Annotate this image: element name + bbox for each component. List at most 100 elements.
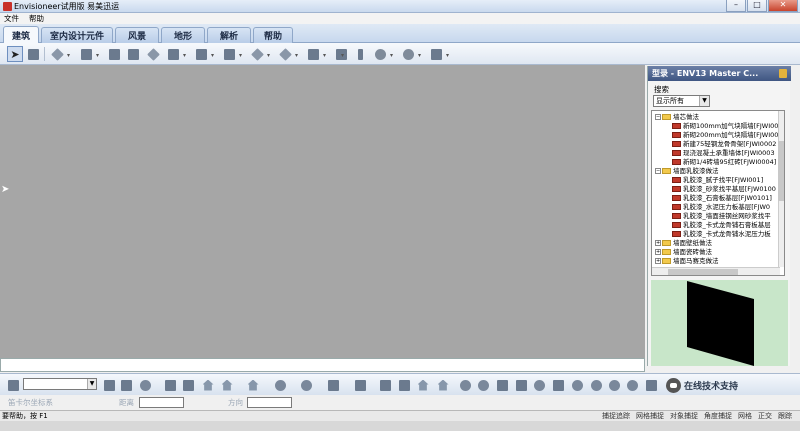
online-support-button[interactable]: 在线技术支持	[666, 377, 746, 393]
tree-folder[interactable]: + 墙面壁纸做法	[655, 239, 712, 248]
tree-folder[interactable]: − 墙芯做法	[655, 113, 699, 122]
zoom-extents-icon[interactable]	[495, 378, 509, 392]
toggle-angle-snap[interactable]: 角度捕捉	[704, 412, 732, 421]
fixture-icon[interactable]	[221, 46, 237, 62]
floor-plan-icon[interactable]	[102, 378, 116, 392]
expand-icon[interactable]: +	[655, 249, 661, 255]
tree-item[interactable]: 乳胶漆_卡式龙骨铺水泥压力板	[672, 230, 771, 239]
chevron-down-icon[interactable]: ▼	[699, 96, 709, 106]
window-grid-icon[interactable]	[125, 46, 141, 62]
toggle-grid[interactable]: 网格	[738, 412, 752, 421]
dimension-icon[interactable]	[163, 378, 177, 392]
roof-tool-icon[interactable]	[249, 46, 265, 62]
collapse-icon[interactable]: −	[655, 168, 661, 174]
wall-view-icon[interactable]	[326, 378, 340, 392]
tree-item[interactable]: 新建75轻钢龙骨骨架[FJWI0002	[672, 140, 776, 149]
room-icon[interactable]	[372, 46, 388, 62]
menu-file[interactable]: 文件	[4, 13, 19, 24]
brush-icon[interactable]	[25, 46, 41, 62]
camera-icon[interactable]	[138, 378, 152, 392]
tab-analysis[interactable]: 解析	[207, 27, 251, 43]
elevation-icon[interactable]	[400, 46, 416, 62]
zoom-in-icon[interactable]	[458, 378, 472, 392]
tab-terrain[interactable]: 地形	[161, 27, 205, 43]
footprints-icon[interactable]	[589, 378, 603, 392]
frame-icon[interactable]	[378, 378, 392, 392]
coordinate-system-label[interactable]: 笛卡尔坐标系	[8, 397, 53, 408]
house-icon[interactable]	[201, 378, 215, 392]
zoom-region-icon[interactable]	[551, 378, 565, 392]
zoom-window-icon[interactable]	[514, 378, 528, 392]
toggle-snap-track[interactable]: 捕捉追踪	[602, 412, 630, 421]
toggle-grid-snap[interactable]: 网格捕捉	[636, 412, 664, 421]
maximize-button[interactable]: □	[747, 0, 767, 12]
select-arrow-icon[interactable]: ➤	[7, 46, 23, 62]
walkthrough-icon[interactable]	[436, 378, 450, 392]
distance-label: 距离	[119, 398, 134, 407]
tree-horizontal-scrollbar[interactable]	[652, 267, 780, 275]
tree-item[interactable]: 新砌1/4砖墙95红砖[FJWI0004]	[672, 158, 776, 167]
tree-item[interactable]: 乳胶漆_墙面挂钢丝网砂浆找平	[672, 212, 771, 221]
text-icon[interactable]	[181, 378, 195, 392]
grid-icon[interactable]	[119, 378, 133, 392]
close-button[interactable]: ✕	[768, 0, 798, 12]
render-icon[interactable]	[273, 378, 287, 392]
house-3d-icon[interactable]	[416, 378, 430, 392]
tree-item[interactable]: 乳胶漆_腻子找平[FJWI001]	[672, 176, 763, 185]
pan-hand-icon[interactable]	[570, 378, 584, 392]
cabinet-icon[interactable]	[193, 46, 209, 62]
orbit-icon[interactable]	[625, 378, 639, 392]
tree-item[interactable]: 乳胶漆_砂浆找平基层[FJW0100	[672, 185, 776, 194]
tree-item[interactable]: 乳胶漆_水泥压力板基层[FJW0	[672, 203, 770, 212]
expand-icon[interactable]: +	[655, 258, 661, 264]
direction-input[interactable]	[247, 397, 292, 408]
roof-icon[interactable]	[49, 46, 65, 62]
tree-vertical-scrollbar[interactable]	[778, 111, 784, 267]
stairs-icon[interactable]	[78, 46, 94, 62]
section-icon[interactable]	[428, 46, 444, 62]
house-outline-icon[interactable]	[220, 378, 234, 392]
chevron-down-icon[interactable]: ▼	[87, 379, 96, 389]
tree-folder[interactable]: + 墙面瓷砖做法	[655, 248, 712, 257]
tab-interior[interactable]: 室内设计元件	[41, 27, 113, 43]
catalog-tree[interactable]: − 墙芯做法 新砌100mm加气块隔墙[FJWI00 新砌200mm加气块隔墙[FJW…	[651, 110, 785, 276]
toggle-ortho[interactable]: 正交	[758, 412, 772, 421]
floor-icon[interactable]	[277, 46, 293, 62]
pin-icon[interactable]	[779, 69, 787, 78]
collapse-icon[interactable]: −	[655, 114, 661, 120]
column-icon[interactable]	[352, 46, 368, 62]
tree-folder[interactable]: − 墙面乳胶漆做法	[655, 167, 719, 176]
tree-item[interactable]: 新砌200mm加气块隔墙[FJWI00	[672, 131, 778, 140]
furniture-icon[interactable]	[165, 46, 181, 62]
menu-help[interactable]: 帮助	[29, 13, 44, 24]
drawing-canvas[interactable]: ➤	[0, 65, 645, 358]
tree-item[interactable]: 乳胶漆_卡式龙骨铺石膏板基层	[672, 221, 771, 230]
tree-item[interactable]: 乳胶漆_石膏板基层[FJW0101]	[672, 194, 772, 203]
image-icon[interactable]	[397, 378, 411, 392]
layer-dropdown[interactable]: ▼	[23, 378, 97, 390]
wall-icon[interactable]	[305, 46, 321, 62]
tree-item[interactable]: 新砌100mm加气块隔墙[FJWI00	[672, 122, 778, 131]
fly-icon[interactable]	[644, 378, 658, 392]
toggle-object-snap[interactable]: 对象捕捉	[670, 412, 698, 421]
toggle-tracking[interactable]: 跟踪	[778, 412, 792, 421]
minimize-button[interactable]: –	[726, 0, 746, 12]
walk-icon[interactable]	[607, 378, 621, 392]
zoom-out-icon[interactable]	[476, 378, 490, 392]
roof-view-icon[interactable]	[246, 378, 260, 392]
tab-landscape[interactable]: 风景	[115, 27, 159, 43]
command-line-input[interactable]	[0, 358, 645, 372]
tree-folder[interactable]: + 墙面马赛克做法	[655, 257, 719, 266]
tree-item[interactable]: 现浇混凝土承重墙体[FJWI0003	[672, 149, 775, 158]
layer-icon[interactable]	[6, 378, 20, 392]
window-icon[interactable]	[106, 46, 122, 62]
tab-architecture[interactable]: 建筑	[3, 26, 39, 44]
layers-icon[interactable]	[353, 378, 367, 392]
expand-icon[interactable]: +	[655, 240, 661, 246]
filter-dropdown[interactable]: 显示所有 ▼	[653, 95, 710, 107]
zoom-icon[interactable]	[532, 378, 546, 392]
tab-help[interactable]: 帮助	[253, 27, 293, 43]
door-icon[interactable]	[145, 46, 161, 62]
distance-input[interactable]	[139, 397, 184, 408]
light-icon[interactable]	[299, 378, 313, 392]
